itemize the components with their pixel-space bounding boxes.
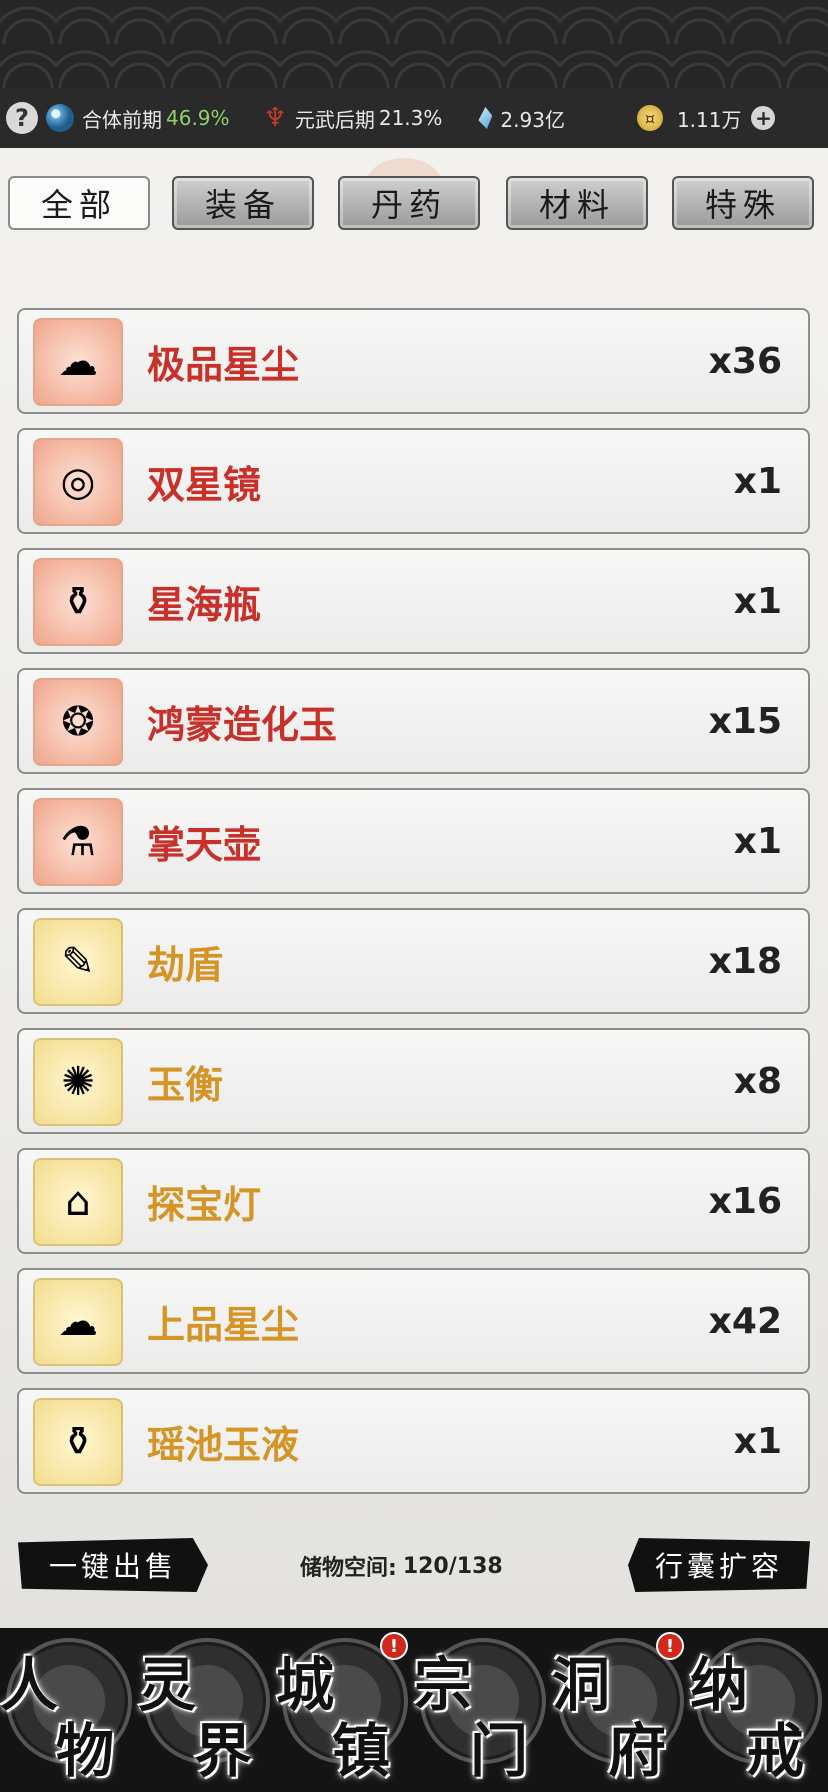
- item-row[interactable]: ⚗ 掌天壶 x1: [17, 788, 810, 894]
- stardust-icon: ☁: [33, 318, 123, 406]
- jade-icon: ❂: [33, 678, 123, 766]
- nav-char-2: 门: [470, 1717, 529, 1785]
- expand-bag-button[interactable]: 行囊扩容: [628, 1538, 810, 1592]
- help-button[interactable]: ?: [6, 102, 38, 134]
- item-count: x36: [708, 340, 782, 382]
- notification-badge-icon: !: [380, 1632, 408, 1660]
- storage-capacity: 储物空间: 120/138: [300, 1546, 503, 1586]
- item-name: 劫盾: [147, 942, 224, 987]
- item-row[interactable]: ☁ 极品星尘 x36: [17, 308, 810, 414]
- item-name: 鸿蒙造化玉: [147, 702, 338, 747]
- nav-spirit-realm[interactable]: 灵 界: [138, 1632, 276, 1792]
- sell-all-button[interactable]: 一键出售: [18, 1538, 208, 1592]
- item-count: x8: [733, 1060, 782, 1102]
- nav-character[interactable]: 人 物: [0, 1632, 138, 1792]
- nav-char-1: 宗: [414, 1651, 473, 1719]
- item-row[interactable]: ⌂ 探宝灯 x16: [17, 1148, 810, 1254]
- item-name: 探宝灯: [147, 1182, 262, 1227]
- nav-char-1: 纳: [690, 1651, 749, 1719]
- nav-char-2: 界: [194, 1717, 253, 1785]
- notification-badge-icon: !: [656, 1632, 684, 1660]
- item-count: x18: [708, 940, 782, 982]
- tab-special[interactable]: 特殊: [672, 176, 814, 230]
- nav-storage-ring[interactable]: 纳 戒: [690, 1632, 828, 1792]
- status-bar: ? 合体前期 46.9% ♆ 元武后期 21.3% 2.93亿 ¤ 1.11万 …: [0, 88, 828, 148]
- storage-label: 储物空间:: [300, 1556, 397, 1581]
- tab-materials[interactable]: 材料: [506, 176, 648, 230]
- spirit-stone-icon: [478, 107, 493, 129]
- item-row[interactable]: ✺ 玉衡 x8: [17, 1028, 810, 1134]
- gold-amount: 1.11万: [676, 107, 742, 132]
- nav-char-2: 镇: [332, 1717, 391, 1785]
- nav-char-2: 物: [56, 1717, 115, 1785]
- nav-char-1: 人: [0, 1651, 59, 1719]
- item-name: 上品星尘: [147, 1302, 300, 1347]
- item-name: 星海瓶: [147, 582, 262, 627]
- vase-icon: ⚱: [33, 1398, 123, 1486]
- nav-sect[interactable]: 宗 门: [414, 1632, 552, 1792]
- pot-icon: ⚗: [33, 798, 123, 886]
- bottle-icon: ⚱: [33, 558, 123, 646]
- spirit-stone-amount: 2.93亿: [500, 107, 565, 132]
- item-row[interactable]: ✎ 劫盾 x18: [17, 908, 810, 1014]
- item-count: x1: [733, 820, 782, 862]
- talisman-icon: ✎: [33, 918, 123, 1006]
- item-count: x42: [708, 1300, 782, 1342]
- mirror-icon: ◎: [33, 438, 123, 526]
- item-row[interactable]: ◎ 双星镜 x1: [17, 428, 810, 534]
- item-count: x15: [708, 700, 782, 742]
- realm-progress: 46.9%: [166, 106, 230, 130]
- tab-equipment[interactable]: 装备: [172, 176, 314, 230]
- nav-char-2: 戒: [746, 1717, 805, 1785]
- yin-yang-icon: [46, 104, 74, 132]
- item-row[interactable]: ☁ 上品星尘 x42: [17, 1268, 810, 1374]
- nav-char-1: 城: [276, 1651, 335, 1719]
- storage-value: 120/138: [402, 1553, 503, 1579]
- wave-pattern-header: [0, 0, 828, 88]
- tab-all[interactable]: 全部: [8, 176, 150, 230]
- gold-disc-icon: ✺: [33, 1038, 123, 1126]
- nav-char-2: 府: [608, 1717, 667, 1785]
- gold-coin-icon: ¤: [636, 105, 663, 131]
- stardust-icon: ☁: [33, 1278, 123, 1366]
- nav-cave[interactable]: 洞 府 !: [552, 1632, 690, 1792]
- realm-label: 合体前期: [82, 107, 162, 132]
- item-count: x1: [733, 580, 782, 622]
- category-tabs: 全部 装备 丹药 材料 特殊: [0, 176, 828, 236]
- item-name: 双星镜: [147, 462, 262, 507]
- add-currency-button[interactable]: +: [751, 106, 776, 130]
- nav-char-1: 灵: [138, 1651, 197, 1719]
- nav-char-1: 洞: [552, 1651, 611, 1719]
- item-count: x1: [733, 1420, 782, 1462]
- item-row[interactable]: ⚱ 星海瓶 x1: [17, 548, 810, 654]
- item-count: x16: [708, 1180, 782, 1222]
- item-name: 极品星尘: [147, 342, 300, 387]
- nav-town[interactable]: 城 镇 !: [276, 1632, 414, 1792]
- item-row[interactable]: ❂ 鸿蒙造化玉 x15: [17, 668, 810, 774]
- item-row[interactable]: ⚱ 瑶池玉液 x1: [17, 1388, 810, 1494]
- item-count: x1: [733, 460, 782, 502]
- inventory-panel: 全部 装备 丹药 材料 特殊 ☁ 极品星尘 x36 ◎ 双星镜 x1 ⚱ 星海瓶…: [0, 148, 828, 1628]
- item-name: 玉衡: [147, 1062, 224, 1107]
- tab-pills[interactable]: 丹药: [338, 176, 480, 230]
- martial-progress: 21.3%: [378, 106, 443, 130]
- item-name: 瑶池玉液: [147, 1422, 300, 1467]
- item-name: 掌天壶: [147, 822, 262, 867]
- martial-emblem-icon: ♆: [263, 103, 287, 133]
- lantern-icon: ⌂: [33, 1158, 123, 1246]
- martial-label: 元武后期: [294, 107, 375, 132]
